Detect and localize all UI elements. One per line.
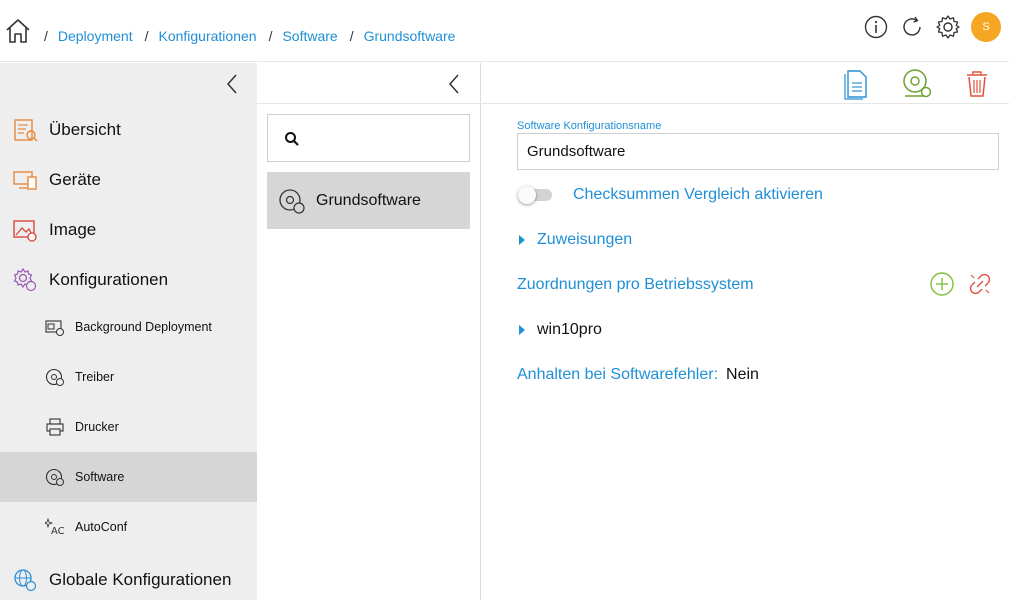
document-icon[interactable] — [841, 68, 873, 100]
detail-panel: Software Konfigurationsname Grundsoftwar… — [481, 63, 1009, 600]
breadcrumb-grundsoftware[interactable]: Grundsoftware — [364, 28, 456, 44]
breadcrumb-software[interactable]: Software — [282, 28, 337, 44]
os-section-title: Zuordnungen pro Betriebssystem — [517, 276, 754, 293]
config-name-label: Software Konfigurationsname — [517, 120, 662, 132]
list-collapse-chevron-icon[interactable] — [447, 73, 461, 95]
trash-icon[interactable] — [961, 68, 993, 100]
halt-on-error-row: Anhalten bei Softwarefehler: Nein — [517, 366, 759, 383]
refresh-icon[interactable] — [899, 14, 925, 40]
sidebar: Übersicht Geräte Image Konfigurationen B… — [0, 63, 257, 600]
unlink-icon[interactable] — [967, 271, 993, 297]
sidebar-item-drucker[interactable]: Drucker — [0, 402, 257, 452]
sidebar-item-autoconf[interactable]: AC AutoConf — [0, 502, 257, 552]
assignments-expander[interactable]: Zuweisungen — [519, 231, 632, 249]
printer-icon — [46, 418, 64, 436]
software-disc-icon — [45, 468, 64, 486]
breadcrumb: / Deployment / Konfigurationen / Softwar… — [44, 28, 456, 44]
search-input[interactable] — [267, 114, 470, 162]
search-icon — [285, 132, 299, 146]
sidebar-item-geraete[interactable]: Geräte — [0, 155, 257, 205]
checksum-toggle-label[interactable]: Checksummen Vergleich aktivieren — [573, 186, 823, 204]
gear-icon[interactable] — [935, 14, 961, 40]
divider — [481, 103, 1009, 104]
svg-text:AC: AC — [51, 526, 65, 537]
sidebar-item-image[interactable]: Image — [0, 205, 257, 255]
software-install-icon[interactable] — [901, 68, 933, 100]
checksum-toggle[interactable] — [518, 186, 554, 204]
sidebar-item-uebersicht[interactable]: Übersicht — [0, 105, 257, 155]
autoconf-icon: AC — [45, 517, 65, 537]
image-icon — [13, 220, 37, 242]
software-disc-icon — [279, 189, 305, 214]
driver-icon — [45, 368, 64, 386]
sidebar-item-software[interactable]: Software — [0, 452, 257, 502]
detail-toolbar — [841, 68, 993, 100]
add-circle-icon[interactable] — [929, 271, 955, 297]
info-icon[interactable] — [863, 14, 889, 40]
sidebar-item-globale-konfigurationen[interactable]: Globale Konfigurationen — [0, 555, 257, 605]
background-deployment-icon — [45, 320, 64, 336]
divider — [257, 103, 481, 104]
sidebar-item-background-deployment[interactable]: Background Deployment — [0, 302, 257, 352]
sidebar-item-treiber[interactable]: Treiber — [0, 352, 257, 402]
globe-gear-icon — [14, 569, 37, 592]
os-item-win10pro[interactable]: win10pro — [519, 321, 602, 339]
list-panel: Grundsoftware — [257, 63, 481, 600]
overview-icon — [14, 119, 38, 142]
breadcrumb-konfigurationen[interactable]: Konfigurationen — [158, 28, 256, 44]
sidebar-item-konfigurationen[interactable]: Konfigurationen — [0, 255, 257, 305]
config-name-input[interactable]: Grundsoftware — [517, 133, 999, 170]
devices-icon — [13, 171, 37, 190]
header-actions: S — [863, 12, 1001, 42]
list-item[interactable]: Grundsoftware — [267, 172, 470, 229]
configurations-icon — [13, 267, 37, 292]
os-section-actions — [929, 271, 993, 297]
caret-right-icon — [519, 325, 525, 335]
user-avatar[interactable]: S — [971, 12, 1001, 42]
sidebar-collapse-chevron-icon[interactable] — [225, 73, 239, 95]
top-bar: / Deployment / Konfigurationen / Softwar… — [0, 0, 1009, 62]
breadcrumb-deployment[interactable]: Deployment — [58, 28, 133, 44]
caret-right-icon — [519, 235, 525, 245]
home-icon[interactable] — [4, 17, 32, 45]
